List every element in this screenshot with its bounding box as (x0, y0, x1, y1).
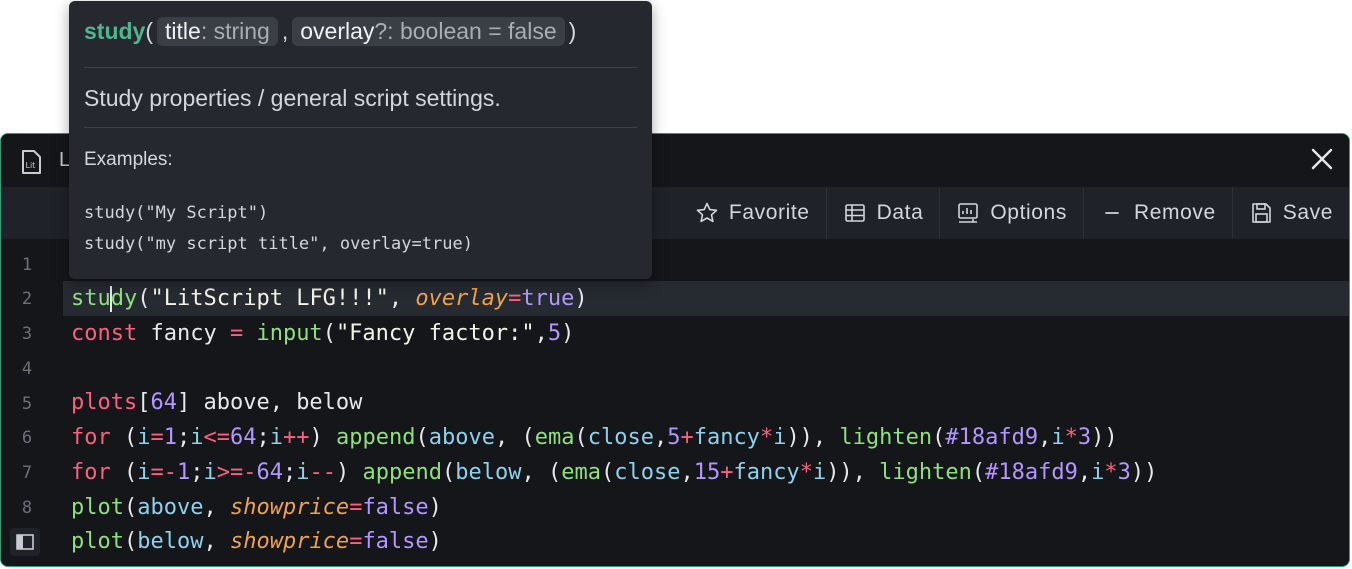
tooltip-divider (84, 127, 637, 128)
signature-close-paren: ) (568, 18, 577, 44)
options-button[interactable]: Options (939, 187, 1083, 239)
code-line[interactable]: study("LitScript LFG!!!", overlay=true) (71, 281, 588, 316)
close-icon[interactable] (1309, 146, 1335, 172)
line-number: 2 (21, 289, 33, 309)
tooltip-description: Study properties / general script settin… (84, 85, 501, 111)
save-label: Save (1282, 201, 1333, 224)
data-button[interactable]: Data (825, 187, 940, 239)
signature-param-title: title: string (157, 17, 278, 46)
code-line[interactable]: for (i=-1;i>=-64;i--) append(below, (ema… (71, 455, 1157, 490)
param-type: : string (200, 18, 270, 44)
param-name: title (165, 18, 201, 44)
param-type: ?: boolean = false (374, 18, 557, 44)
code-editor[interactable]: study("LitScript LFG!!!", overlay=true) … (63, 239, 1349, 566)
remove-button[interactable]: Remove (1082, 187, 1232, 239)
sidebar-toggle-button[interactable] (10, 528, 40, 556)
line-number: 7 (21, 463, 33, 483)
function-signature-tooltip: study ( title: string , overlay?: boolea… (69, 1, 652, 279)
table-icon (844, 204, 865, 222)
code-line[interactable]: plot(below, showprice=false) (71, 524, 442, 559)
remove-label: Remove (1133, 201, 1216, 224)
code-line[interactable]: for (i=1;i<=64;i++) append(above, (ema(c… (71, 420, 1118, 455)
svg-text:Lit: Lit (26, 161, 36, 170)
param-name: overlay (300, 18, 375, 44)
line-number: 4 (21, 359, 33, 379)
star-icon (696, 202, 718, 223)
tooltip-divider (84, 67, 637, 68)
signature-function-name: study (84, 18, 146, 44)
line-number-gutter: 1 2 3 4 5 6 7 8 (1, 239, 63, 566)
floppy-icon (1251, 203, 1271, 223)
function-signature: study ( title: string , overlay?: boolea… (84, 17, 576, 46)
example-code-line: study("My Script") (84, 203, 269, 223)
options-label: Options (990, 201, 1067, 224)
line-number: 3 (21, 324, 33, 344)
favorite-label: Favorite (728, 201, 810, 224)
data-label: Data (876, 201, 924, 224)
line-number: 5 (21, 394, 33, 414)
favorite-button[interactable]: Favorite (679, 187, 826, 239)
lit-file-icon: Lit (22, 150, 41, 174)
code-line[interactable]: plot(above, showprice=false) (71, 490, 442, 525)
examples-heading: Examples: (84, 149, 173, 170)
signature-comma: , (281, 18, 289, 44)
code-line[interactable]: plots[64] above, below (71, 385, 362, 420)
line-number: 8 (21, 498, 33, 518)
save-button[interactable]: Save (1231, 187, 1349, 239)
line-number: 6 (21, 428, 33, 448)
chart-options-icon (958, 203, 979, 223)
example-code-line: study("my script title", overlay=true) (84, 234, 473, 254)
minus-icon (1105, 212, 1119, 214)
signature-open-paren: ( (145, 18, 154, 44)
line-number: 1 (21, 255, 33, 275)
code-line[interactable]: const fancy = input("Fancy factor:",5) (71, 316, 574, 351)
sidebar-panel-icon (16, 534, 34, 550)
signature-param-overlay: overlay?: boolean = false (292, 17, 565, 46)
